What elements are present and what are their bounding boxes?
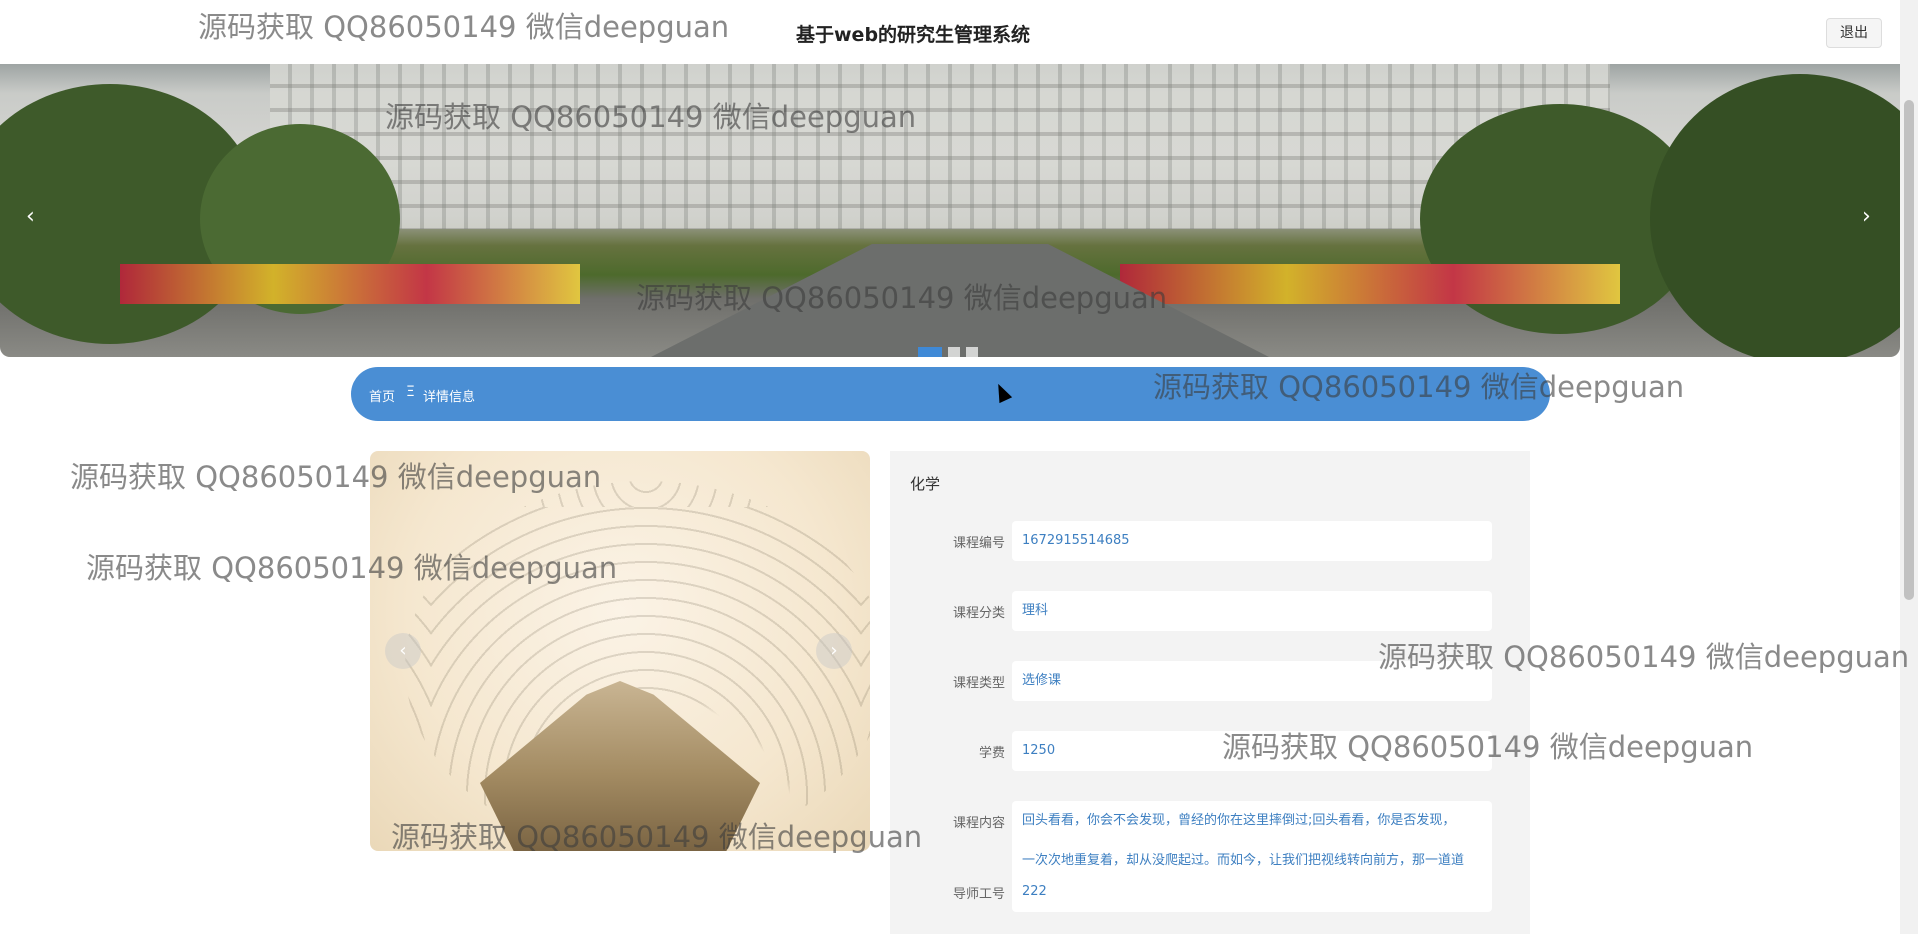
field-label-course-type: 课程类型: [952, 676, 1005, 691]
banner-indicator[interactable]: [948, 347, 960, 357]
course-name: 化学: [910, 475, 941, 493]
scrollbar-thumb[interactable]: [1904, 100, 1914, 600]
banner-building-floors: [270, 64, 1610, 229]
watermark-text: 源码获取 QQ86050149 微信deepguan: [1153, 370, 1685, 404]
watermark-text: 源码获取 QQ86050149 微信deepguan: [86, 551, 618, 585]
course-detail-panel: 化学 课程编号 1672915514685 课程分类 理科 课程类型 选修课 学…: [890, 451, 1530, 934]
watermark-text: 源码获取 QQ86050149 微信deepguan: [70, 460, 602, 494]
breadcrumb-home-link[interactable]: 首页: [369, 386, 395, 405]
watermark-text: 源码获取 QQ86050149 微信deepguan: [1378, 640, 1910, 674]
page-scrollbar[interactable]: [1900, 0, 1918, 934]
breadcrumb-separator-icon: Ξ: [406, 384, 415, 400]
breadcrumb-current: 详情信息: [423, 390, 476, 405]
field-value-course-content: 回头看看，你会不会发现，曾经的你在这里摔倒过;回头看看，你是否发现， 一次次地重…: [1012, 801, 1492, 881]
gallery-prev-icon[interactable]: ‹: [385, 633, 421, 669]
field-value-course-category: 理科: [1012, 591, 1492, 631]
banner-flowerbed: [1120, 264, 1620, 304]
field-label-tuition: 学费: [978, 746, 1005, 761]
gallery-next-icon[interactable]: ›: [816, 633, 852, 669]
banner-next-icon[interactable]: ›: [1862, 204, 1871, 229]
logout-button[interactable]: 退出: [1826, 18, 1882, 48]
field-value-tutor-id: 222: [1012, 872, 1492, 912]
banner-prev-icon[interactable]: ‹: [26, 204, 35, 229]
field-label-tutor-id: 导师工号: [952, 887, 1005, 902]
system-title: 基于web的研究生管理系统: [796, 24, 1031, 46]
watermark-text: 源码获取 QQ86050149 微信deepguan: [198, 10, 730, 44]
field-value-course-id: 1672915514685: [1012, 521, 1492, 561]
banner-indicators: [918, 342, 984, 357]
banner-flowerbed: [120, 264, 580, 304]
field-label-course-id: 课程编号: [952, 536, 1005, 551]
course-image-gallery: ‹ ›: [370, 451, 870, 851]
watermark-text: 源码获取 QQ86050149 微信deepguan: [1222, 730, 1754, 764]
banner-indicator[interactable]: [966, 347, 978, 357]
watermark-text: 源码获取 QQ86050149 微信deepguan: [636, 281, 1168, 315]
watermark-text: 源码获取 QQ86050149 微信deepguan: [385, 100, 917, 134]
watermark-text: 源码获取 QQ86050149 微信deepguan: [391, 820, 923, 854]
banner-indicator[interactable]: [918, 347, 942, 357]
field-label-course-category: 课程分类: [952, 606, 1005, 621]
